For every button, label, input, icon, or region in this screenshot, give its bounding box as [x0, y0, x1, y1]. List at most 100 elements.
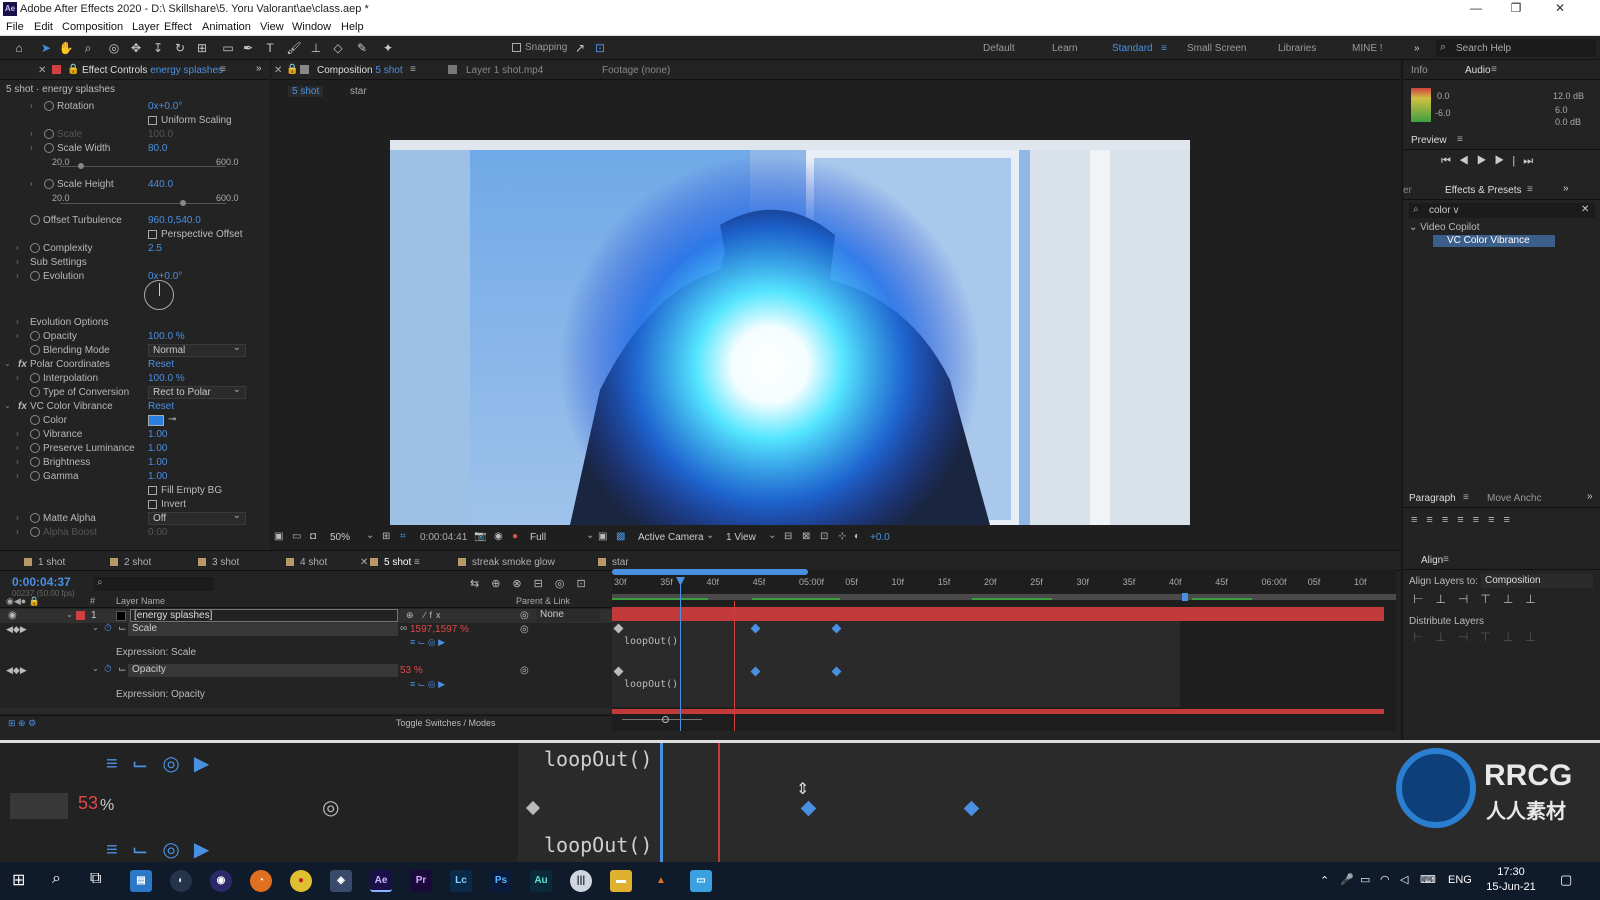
pan-tool-icon[interactable]: ✥: [128, 40, 144, 56]
effect-row-preserve-luminance[interactable]: › Preserve Luminance 1.00: [0, 442, 270, 456]
effect-row-interpolation[interactable]: › Interpolation 100.0 %: [0, 372, 270, 386]
vlc-app-icon[interactable]: ▲: [650, 870, 672, 892]
expand-arrow-icon[interactable]: ›: [16, 373, 19, 382]
clock-date[interactable]: 15-Jun-21: [1486, 881, 1536, 893]
roto-brush-tool-icon[interactable]: ✎: [354, 40, 370, 56]
selection-tool-icon[interactable]: ➤: [38, 40, 54, 56]
breadcrumb-item[interactable]: 5 shot: [288, 86, 324, 97]
tree-item-vc-color-vibrance[interactable]: VC Color Vibrance: [1433, 235, 1555, 247]
workspace-default[interactable]: Default: [983, 43, 1015, 54]
type-tool-icon[interactable]: T: [262, 40, 278, 56]
stopwatch-icon[interactable]: [44, 143, 54, 153]
stopwatch-icon[interactable]: [30, 387, 40, 397]
stopwatch-icon[interactable]: [30, 271, 40, 281]
restore-icon[interactable]: ❐: [1496, 1, 1536, 15]
keyboard-icon[interactable]: ⌨: [1420, 873, 1436, 886]
zoom-keyframe[interactable]: [525, 800, 541, 816]
puppet-tool-icon[interactable]: ✦: [380, 40, 396, 56]
stopwatch-icon[interactable]: [30, 527, 40, 537]
app-icon[interactable]: ◐: [170, 870, 192, 892]
effect-row-value[interactable]: Reset: [148, 401, 174, 412]
explorer-app-icon[interactable]: ▤: [130, 870, 152, 892]
panel-menu-icon[interactable]: ≡: [411, 557, 420, 568]
stopwatch-icon[interactable]: [30, 471, 40, 481]
move-anchor-tab[interactable]: Move Anchc: [1487, 493, 1541, 504]
time-ruler[interactable]: 30f 35f 40f 45f 05:00f 05f 10f 15f 20f 25f 30f 35f 4…: [612, 577, 1396, 591]
toggle-pixel-icon[interactable]: ⊟: [784, 531, 792, 542]
zoom-pickwhip-icon[interactable]: ◎: [322, 795, 339, 820]
workspace-standard[interactable]: Standard: [1112, 43, 1153, 54]
workspace-libraries[interactable]: Libraries: [1278, 43, 1316, 54]
next-layer-bar[interactable]: [612, 709, 1384, 714]
layer-name-field[interactable]: [energy splashes]: [130, 609, 398, 622]
orbit-tool-icon[interactable]: ◎: [106, 40, 122, 56]
toggle-switches-modes[interactable]: Toggle Switches / Modes: [396, 718, 496, 728]
photoshop-app-icon[interactable]: Ps: [490, 870, 512, 892]
checkbox[interactable]: Fill Empty BG: [148, 485, 222, 496]
zoom-opacity-value[interactable]: 53: [78, 793, 98, 814]
snapping-toggle[interactable]: Snapping: [512, 42, 567, 53]
stopwatch-icon[interactable]: ⏱: [104, 623, 112, 634]
stopwatch-icon[interactable]: [30, 345, 40, 355]
graph-icon[interactable]: ⌙: [118, 623, 126, 634]
effect-row-type-of-conversion[interactable]: Type of Conversion Rect to Polar: [0, 384, 270, 400]
stopwatch-icon[interactable]: [30, 513, 40, 523]
workspace-learn[interactable]: Learn: [1052, 43, 1078, 54]
expand-arrow-icon[interactable]: ›: [16, 457, 19, 466]
chevron-down-icon[interactable]: ⌄: [92, 664, 99, 673]
paragraph-tab[interactable]: Paragraph: [1409, 493, 1456, 504]
effect-row-invert[interactable]: Invert: [0, 498, 270, 512]
checkbox[interactable]: Perspective Offset: [148, 229, 243, 240]
effect-row-matte-alpha[interactable]: › Matte Alpha Off: [0, 510, 270, 526]
effect-row-sub-settings[interactable]: › Sub Settings: [0, 256, 270, 270]
tray-chevron-icon[interactable]: ⌃: [1320, 874, 1329, 887]
rotation-tool-icon[interactable]: ↻: [172, 40, 188, 56]
chevron-down-icon[interactable]: ⌄: [92, 623, 99, 632]
lightroom-app-icon[interactable]: Lc: [450, 870, 472, 892]
stopwatch-icon[interactable]: [30, 243, 40, 253]
align-buttons[interactable]: ⊢⊥⊣⊤⊥⊥: [1413, 592, 1548, 606]
chevron-down-icon[interactable]: ⌄: [66, 610, 73, 619]
effect-row-alpha-boost[interactable]: › Alpha Boost 0.00: [0, 526, 270, 540]
audio-tab[interactable]: Audio: [1465, 65, 1491, 76]
close-tab-icon[interactable]: ✕: [38, 65, 46, 76]
effect-row-vc-color-vibrance[interactable]: ⌄ fx VC Color Vibrance Reset: [0, 400, 270, 414]
preview-transport[interactable]: ⏮◀▶▶|⏭: [1441, 155, 1541, 168]
resolution-select[interactable]: Full: [530, 532, 546, 543]
timeline-tab[interactable]: star: [598, 557, 629, 568]
paragraph-align-buttons[interactable]: ≡≡≡≡≡≡≡: [1411, 514, 1519, 526]
layer-name-column[interactable]: Layer Name: [116, 596, 165, 606]
flowchart-icon[interactable]: ⊹: [838, 531, 846, 542]
effect-row-evolution[interactable]: › Evolution 0x+0.0°: [0, 270, 270, 284]
effect-row-vibrance[interactable]: › Vibrance 1.00: [0, 428, 270, 442]
snap-grid-icon[interactable]: ⊡: [592, 40, 608, 56]
panel-menu-icon[interactable]: ≡: [410, 64, 416, 75]
effect-row-value[interactable]: 1.00: [148, 471, 167, 482]
stopwatch-icon[interactable]: [30, 429, 40, 439]
dropdown-select[interactable]: Normal: [148, 342, 246, 357]
pen-tool-icon[interactable]: ✒: [240, 40, 256, 56]
composition-viewer[interactable]: [390, 140, 1190, 525]
exposure-value[interactable]: +0.0: [870, 532, 890, 543]
scale-height-slider[interactable]: [60, 200, 226, 206]
effect-row-rotation[interactable]: › Rotation 0x+0.0°: [0, 100, 270, 114]
effect-row-value[interactable]: 100.0 %: [148, 331, 185, 342]
pan-behind-tool-icon[interactable]: ⊞: [194, 40, 210, 56]
effect-row-opacity[interactable]: › Opacity 100.0 %: [0, 330, 270, 344]
expand-arrow-icon[interactable]: ›: [16, 429, 19, 438]
roi-icon[interactable]: ▣: [598, 531, 607, 542]
eraser-tool-icon[interactable]: ◇: [330, 40, 346, 56]
fast-previews-icon[interactable]: ⊠: [802, 531, 810, 542]
show-snapshot-icon[interactable]: ◉: [494, 531, 503, 542]
magnifier-icon[interactable]: ▣: [274, 531, 283, 542]
breadcrumb-item[interactable]: star: [350, 86, 367, 97]
effect-row-offset-turbulence[interactable]: Offset Turbulence 960.0,540.0: [0, 214, 270, 228]
snapshot-icon[interactable]: 📷: [474, 531, 486, 542]
effect-row-complexity[interactable]: › Complexity 2.5: [0, 242, 270, 256]
workspace-small-screen[interactable]: Small Screen: [1187, 43, 1246, 54]
close-icon[interactable]: ✕: [1540, 1, 1580, 15]
effects-presets-tab[interactable]: Effects & Presets: [1445, 185, 1522, 196]
pickwhip-icon[interactable]: ◎: [520, 624, 529, 635]
panel-menu-icon[interactable]: ≡: [1443, 554, 1449, 565]
expand-arrow-icon[interactable]: ›: [16, 527, 19, 536]
